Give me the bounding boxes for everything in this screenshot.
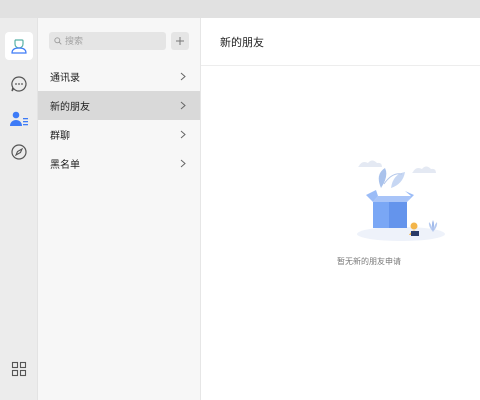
search-icon — [54, 37, 62, 45]
add-contact-button[interactable] — [171, 32, 189, 50]
search-box[interactable] — [49, 32, 166, 50]
nav-item-label: 通讯录 — [50, 73, 80, 84]
discover-nav-button[interactable] — [5, 138, 33, 166]
avatar-icon — [11, 39, 27, 54]
empty-box-illustration — [357, 160, 445, 241]
contacts-nav-button[interactable] — [5, 105, 33, 133]
empty-state-text: 暂无新的朋友申请 — [337, 257, 401, 266]
chat-nav-button[interactable] — [5, 70, 33, 98]
nav-item-new-friends[interactable]: 新的朋友 — [38, 91, 200, 120]
main-panel: 新的朋友 暂无新的朋友申请 — [201, 18, 480, 400]
plus-icon — [176, 37, 184, 45]
nav-item-group-chats[interactable]: 群聊 — [38, 120, 200, 149]
contacts-nav: 通讯录 新的朋友 群聊 黑名单 — [38, 62, 200, 178]
contacts-list-panel: 通讯录 新的朋友 群聊 黑名单 — [38, 18, 201, 400]
nav-item-contacts[interactable]: 通讯录 — [38, 62, 200, 91]
nav-item-label: 黑名单 — [50, 160, 80, 171]
chevron-right-icon — [180, 101, 186, 110]
chevron-right-icon — [180, 72, 186, 81]
avatar[interactable] — [5, 32, 33, 60]
discover-icon — [11, 144, 27, 160]
left-rail — [0, 18, 38, 400]
apps-nav-button[interactable] — [5, 355, 33, 383]
window-titlebar — [0, 0, 480, 18]
chat-icon — [11, 76, 27, 92]
chevron-right-icon — [180, 130, 186, 139]
chevron-right-icon — [180, 159, 186, 168]
nav-item-blacklist[interactable]: 黑名单 — [38, 149, 200, 178]
contacts-icon — [10, 111, 28, 126]
nav-item-label: 新的朋友 — [50, 102, 90, 113]
search-input[interactable] — [65, 36, 160, 46]
apps-grid-icon — [11, 361, 27, 377]
nav-item-label: 群聊 — [50, 131, 70, 142]
page-title: 新的朋友 — [201, 18, 480, 66]
